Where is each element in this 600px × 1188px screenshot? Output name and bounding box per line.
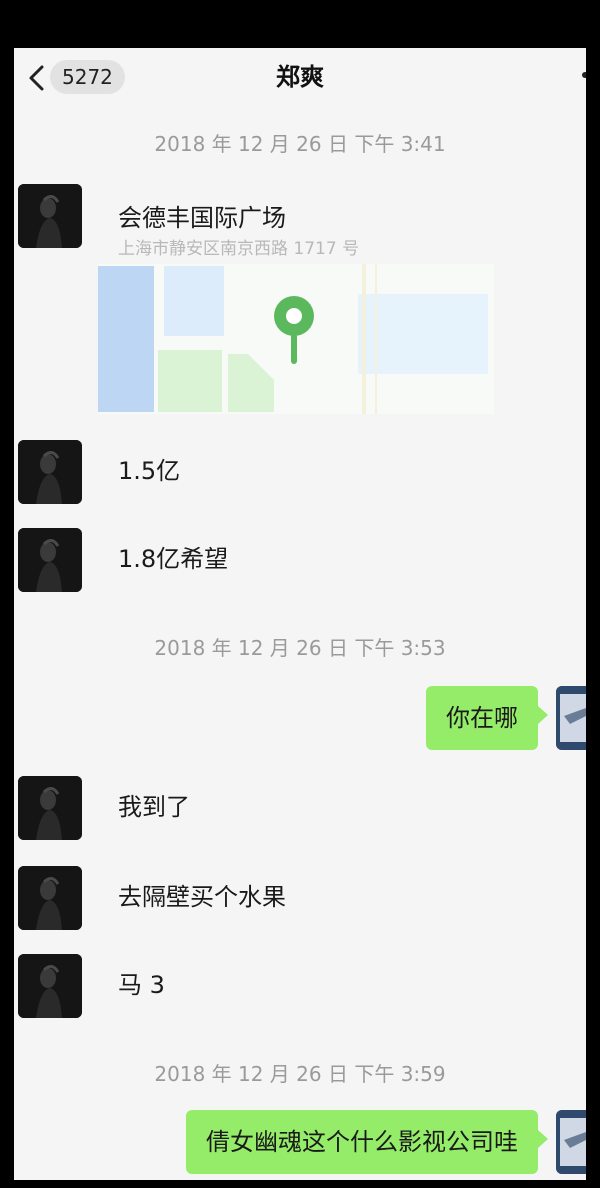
incoming-message[interactable]: 去隔壁买个水果	[118, 880, 286, 914]
more-icon[interactable]	[582, 72, 586, 78]
location-name: 会德丰国际广场	[118, 204, 286, 232]
my-avatar[interactable]	[556, 686, 586, 750]
incoming-message[interactable]: 马 3	[118, 968, 165, 1002]
incoming-message[interactable]: 1.8亿希望	[118, 542, 228, 576]
phone-frame: 5272 郑爽 2018 年 12 月 26 日 下午 3:41 会德丰国际广场…	[0, 0, 600, 1188]
contact-avatar[interactable]	[18, 954, 82, 1018]
timestamp: 2018 年 12 月 26 日 下午 3:41	[154, 132, 446, 156]
outgoing-message[interactable]: 倩女幽魂这个什么影视公司哇	[186, 1110, 548, 1174]
contact-avatar[interactable]	[18, 866, 82, 930]
chat-screen: 5272 郑爽 2018 年 12 月 26 日 下午 3:41 会德丰国际广场…	[14, 48, 586, 1180]
location-address: 上海市静安区南京西路 1717 号	[118, 239, 360, 259]
outgoing-message[interactable]: 你在哪	[426, 686, 548, 750]
timestamp: 2018 年 12 月 26 日 下午 3:53	[154, 636, 446, 660]
location-card[interactable]: 会德丰国际广场 上海市静安区南京西路 1717 号	[98, 188, 494, 428]
contact-avatar[interactable]	[18, 528, 82, 592]
chat-header: 5272 郑爽	[14, 48, 586, 108]
timestamp: 2018 年 12 月 26 日 下午 3:59	[154, 1062, 446, 1086]
contact-avatar[interactable]	[18, 184, 82, 248]
incoming-message[interactable]: 我到了	[118, 790, 190, 824]
contact-avatar[interactable]	[18, 776, 82, 840]
contact-avatar[interactable]	[18, 440, 82, 504]
chat-title: 郑爽	[276, 63, 324, 91]
my-avatar[interactable]	[556, 1110, 586, 1174]
incoming-message[interactable]: 1.5亿	[118, 454, 180, 488]
map-preview	[98, 264, 494, 414]
